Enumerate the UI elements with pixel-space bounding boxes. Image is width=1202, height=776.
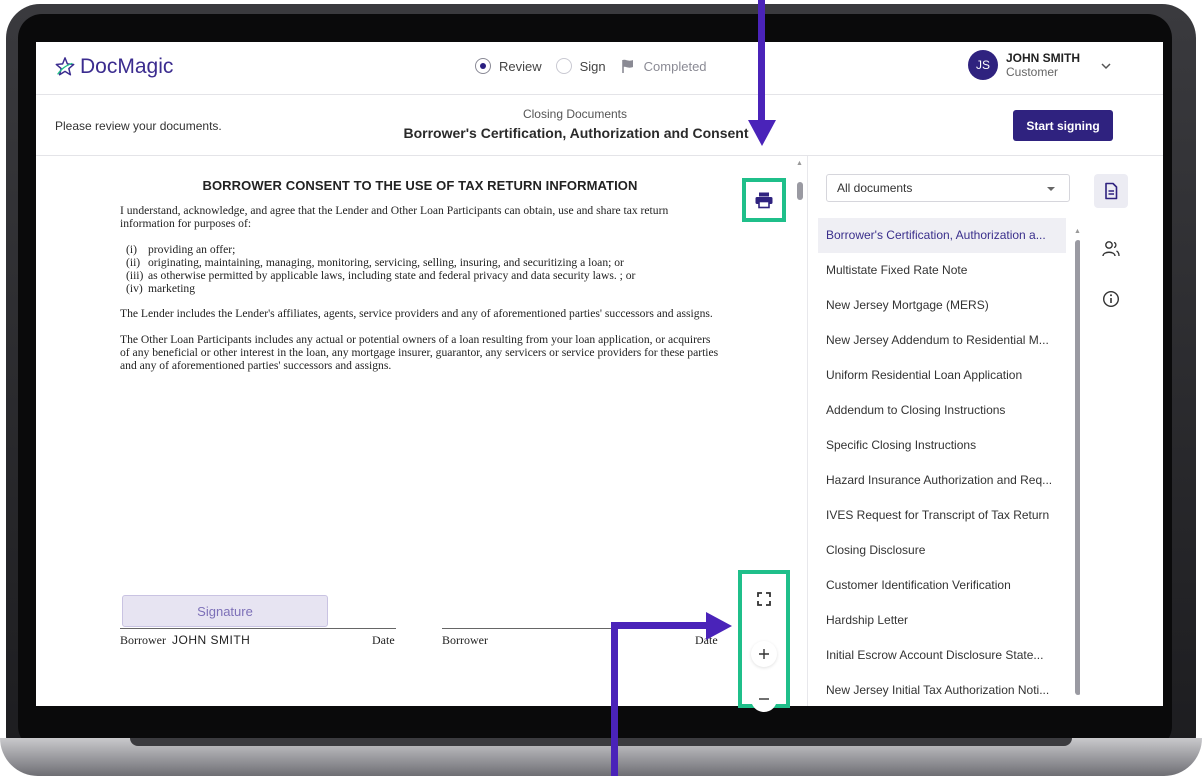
people-icon: [1102, 241, 1120, 257]
document-category: Closing Documents: [522, 107, 628, 121]
list-item[interactable]: IVES Request for Transcript of Tax Retur…: [818, 498, 1066, 533]
user-name: JOHN SMITH: [1006, 51, 1081, 65]
chevron-down-icon: [1047, 187, 1055, 191]
list-item[interactable]: New Jersey Initial Tax Authorization Not…: [818, 673, 1066, 706]
borrower-2-label: Borrower: [442, 633, 488, 647]
participants-paragraph: The Other Loan Participants includes any…: [120, 333, 719, 372]
list-item[interactable]: New Jersey Mortgage (MERS): [818, 288, 1066, 323]
zoom-in-icon: [759, 649, 769, 659]
fullscreen-icon: [757, 592, 771, 606]
list-item[interactable]: Hazard Insurance Authorization and Req..…: [818, 463, 1066, 498]
step-completed[interactable]: Completed: [620, 58, 707, 74]
list-item: (iv) marketing: [126, 282, 196, 295]
progress-steps: Review Sign Completed: [475, 58, 721, 74]
date-label: Date: [372, 633, 395, 647]
laptop-hinge: [130, 738, 1072, 746]
annotation-arrow-zoom-head: [706, 612, 732, 640]
participants-panel-button[interactable]: [1094, 232, 1128, 266]
step-completed-label: Completed: [643, 58, 707, 74]
review-message: Please review your documents.: [55, 119, 222, 133]
zoom-out-icon: [759, 698, 769, 700]
step-review-indicator: [475, 58, 491, 74]
document-scrollbar[interactable]: ▲: [795, 156, 805, 706]
star-logo-icon: [55, 57, 75, 76]
document-list: Borrower's Certification, Authorization …: [818, 218, 1066, 706]
scroll-up-icon[interactable]: ▲: [796, 160, 803, 167]
step-sign-indicator: [555, 58, 572, 74]
borrower-name: JOHN SMITH: [171, 633, 251, 647]
list-item: (iii) as otherwise permitted by applicabl…: [126, 269, 636, 282]
document-icon: [1105, 182, 1118, 200]
list-item[interactable]: Specific Closing Instructions: [818, 428, 1066, 463]
list-item[interactable]: New Jersey Addendum to Residential M...: [818, 323, 1066, 358]
document-title: Borrower's Certification, Authorization …: [403, 125, 749, 141]
annotation-arrow-print-shaft: [758, 0, 765, 124]
document-filter-select[interactable]: All documents: [826, 174, 1070, 202]
avatar: JS: [968, 50, 998, 80]
user-role: Customer: [1006, 65, 1059, 79]
document-intro: I understand, acknowledge, and agree tha…: [120, 204, 669, 230]
document-page: BORROWER CONSENT TO THE USE OF TAX RETUR…: [120, 176, 720, 385]
document-filter-value: All documents: [837, 181, 913, 195]
zoom-out-button[interactable]: [751, 686, 777, 712]
print-icon: [755, 192, 773, 209]
annotation-arrow-zoom-bend: [611, 622, 711, 629]
user-info: JOHN SMITH Customer: [1006, 51, 1080, 79]
list-item[interactable]: Hardship Letter: [818, 603, 1066, 638]
lender-paragraph: The Lender includes the Lender's affilia…: [120, 307, 713, 320]
step-review-label: Review: [499, 58, 542, 74]
list-item: (i) providing an offer;: [126, 243, 236, 256]
list-item[interactable]: Customer Identification Verification: [818, 568, 1066, 603]
info-icon: [1102, 290, 1120, 308]
scroll-thumb[interactable]: [797, 182, 803, 200]
document-sidebar: All documents Borrower's Certification, …: [807, 156, 1081, 706]
annotation-arrow-zoom-shaft: [611, 622, 618, 776]
start-signing-button[interactable]: Start signing: [1013, 110, 1113, 141]
purpose-list: (i) providing an offer; (ii) originating, …: [120, 243, 720, 295]
signature-line: [120, 628, 396, 629]
list-item[interactable]: Borrower's Certification, Authorization …: [818, 218, 1066, 253]
step-sign-label: Sign: [579, 58, 606, 74]
zoom-in-button[interactable]: [751, 641, 777, 667]
app-header: DocMagic Review Sign Completed JS JOHN S…: [36, 42, 1163, 95]
list-item[interactable]: Initial Escrow Account Disclosure State.…: [818, 638, 1066, 673]
logo[interactable]: DocMagic: [54, 55, 173, 79]
documents-panel-button[interactable]: [1094, 174, 1128, 208]
list-item[interactable]: Closing Disclosure: [818, 533, 1066, 568]
document-header: Please review your documents. Closing Do…: [36, 95, 1163, 156]
list-item[interactable]: Addendum to Closing Instructions: [818, 393, 1066, 428]
print-button[interactable]: [742, 178, 786, 222]
step-review[interactable]: Review: [475, 58, 542, 74]
zoom-controls: [738, 570, 790, 712]
brand-name: DocMagic: [80, 55, 174, 78]
list-item[interactable]: Multistate Fixed Rate Note: [818, 253, 1066, 288]
signature-button[interactable]: Signature: [122, 595, 328, 627]
borrower-label: Borrower JOHN SMITH: [120, 633, 251, 647]
chevron-down-icon[interactable]: [1100, 60, 1112, 72]
screen: DocMagic Review Sign Completed JS JOHN S…: [36, 42, 1163, 706]
flag-icon: [621, 59, 633, 73]
fullscreen-button[interactable]: [751, 586, 777, 612]
document-heading: BORROWER CONSENT TO THE USE OF TAX RETUR…: [202, 178, 638, 193]
info-panel-button[interactable]: [1094, 282, 1128, 316]
step-sign[interactable]: Sign: [555, 58, 606, 74]
annotation-arrow-print-head: [748, 120, 776, 146]
user-menu[interactable]: JS JOHN SMITH Customer: [968, 50, 1080, 80]
list-item[interactable]: Uniform Residential Loan Application: [818, 358, 1066, 393]
list-item: (ii) originating, maintaining, managing, …: [126, 256, 624, 269]
side-rail: [1080, 156, 1163, 706]
